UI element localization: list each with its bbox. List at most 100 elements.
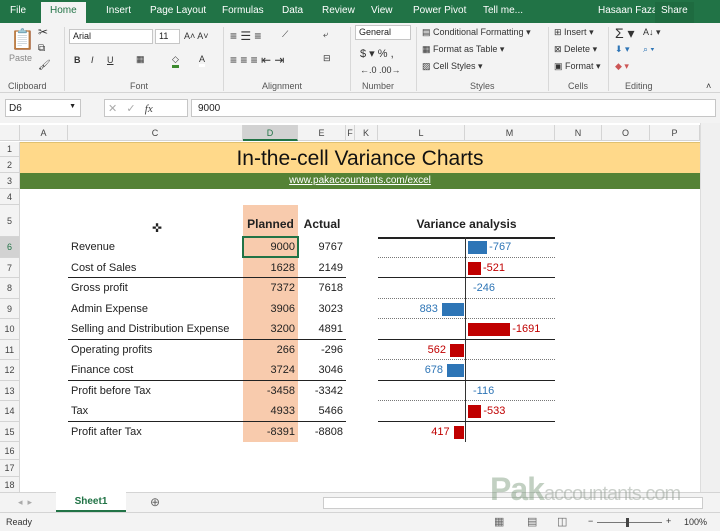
column-header-N[interactable]: N — [555, 125, 602, 141]
row-label: Finance cost — [71, 364, 134, 376]
row-header-12[interactable]: 12 — [0, 360, 20, 381]
vertical-scrollbar[interactable] — [700, 123, 720, 492]
actual-value: -8808 — [314, 425, 343, 438]
italic-button[interactable]: I — [91, 55, 94, 65]
zoom-out-button[interactable]: − — [588, 516, 593, 526]
worksheet-grid[interactable]: A C D E F K L M N O P 1 2 3 4 5 6 7 8 9 10 11 12 13 14 15 16 17 18 In… — [0, 123, 720, 494]
cut-icon[interactable]: ✂ — [38, 25, 48, 39]
share-button[interactable]: Share — [655, 2, 694, 23]
row-header-16[interactable]: 16 — [0, 442, 20, 460]
font-name-select[interactable]: Arial — [69, 29, 153, 44]
enter-icon[interactable]: ✓ — [126, 103, 135, 115]
planned-value: 7372 — [270, 282, 295, 294]
cancel-icon[interactable]: ✕ — [108, 103, 117, 115]
decimal-icon[interactable]: ←.0 .00→ — [360, 65, 401, 75]
column-header-C[interactable]: C — [68, 125, 243, 141]
row-header-15[interactable]: 15 — [0, 421, 20, 442]
conditional-formatting-button[interactable]: ▤ Conditional Formatting ▾ — [422, 27, 531, 38]
ribbon-tab-tell-me-[interactable]: Tell me... — [483, 5, 523, 16]
merge-center-icon[interactable]: ⊟ — [323, 53, 331, 64]
row-label: Gross profit — [71, 282, 128, 294]
row-header-3[interactable]: 3 — [0, 173, 20, 189]
row-header-11[interactable]: 11 — [0, 339, 20, 360]
number-format-select[interactable]: General — [355, 25, 411, 40]
column-header-L[interactable]: L — [378, 125, 465, 141]
row-header-8[interactable]: 8 — [0, 278, 20, 299]
borders-icon[interactable]: ▦ — [136, 54, 145, 65]
fill-icon[interactable]: ⬇ ▾ — [615, 44, 630, 55]
row-header-13[interactable]: 13 — [0, 380, 20, 401]
wrap-text-icon[interactable]: ⤶ — [323, 29, 328, 40]
ribbon-tab-view[interactable]: View — [371, 5, 393, 16]
format-as-table-button[interactable]: ▦ Format as Table ▾ — [422, 44, 504, 55]
sheet-tab-sheet1[interactable]: Sheet1 — [56, 492, 126, 512]
ribbon-tab-formulas[interactable]: Formulas — [222, 5, 264, 16]
page-layout-view-icon[interactable]: ▤ — [527, 515, 537, 528]
ribbon-tab-insert[interactable]: Insert — [106, 5, 131, 16]
normal-view-icon[interactable]: ▦ — [494, 515, 504, 528]
row-header-10[interactable]: 10 — [0, 319, 20, 340]
actual-value: 3023 — [318, 302, 343, 315]
autosum-icon[interactable]: Σ ▾ — [615, 25, 635, 42]
insert-button[interactable]: ⊞ Insert ▾ — [554, 27, 594, 38]
clear-icon[interactable]: ◆ ▾ — [615, 61, 629, 72]
column-header-A[interactable]: A — [20, 125, 68, 141]
font-color-icon[interactable]: A — [199, 54, 206, 67]
variance-row-border — [378, 359, 555, 360]
ribbon-tab-home[interactable]: Home — [41, 2, 86, 23]
format-button[interactable]: ▣ Format ▾ — [554, 61, 601, 72]
row-header-2[interactable]: 2 — [0, 157, 20, 173]
zoom-slider-thumb[interactable] — [626, 518, 629, 527]
formula-input[interactable]: 9000 — [191, 99, 716, 117]
row-header-14[interactable]: 14 — [0, 401, 20, 422]
sheet-url-link[interactable]: www.pakaccountants.com/excel — [20, 173, 700, 189]
paste-button[interactable]: Paste — [9, 53, 32, 63]
grow-font-icon[interactable]: A˄ A˅ — [184, 31, 209, 41]
ribbon-tab-file[interactable]: File — [10, 5, 26, 16]
align-top-icon[interactable]: ≡ ☰ ≡ — [230, 29, 261, 43]
delete-button[interactable]: ⊠ Delete ▾ — [554, 44, 597, 55]
fill-color-icon[interactable]: ◇ — [172, 54, 179, 68]
insert-function-icon[interactable]: fx — [145, 103, 153, 115]
sort-filter-icon[interactable]: A↓ ▾ — [643, 27, 661, 38]
page-break-view-icon[interactable]: ◫ — [557, 515, 567, 528]
column-header-O[interactable]: O — [602, 125, 650, 141]
row-header-5[interactable]: 5 — [0, 205, 20, 237]
row-header-6[interactable]: 6 — [0, 237, 20, 258]
row-header-1[interactable]: 1 — [0, 142, 20, 157]
align-left-icon[interactable]: ≡ ≡ ≡ ⇤ ⇥ — [230, 53, 284, 67]
collapse-ribbon-icon[interactable]: ˄ — [706, 81, 711, 91]
row-header-9[interactable]: 9 — [0, 298, 20, 319]
row-header-4[interactable]: 4 — [0, 189, 20, 205]
row-header-7[interactable]: 7 — [0, 257, 20, 278]
ribbon-tab-power-pivot[interactable]: Power Pivot — [413, 5, 466, 16]
zoom-in-button[interactable]: + — [666, 516, 671, 526]
sheet-nav-icon[interactable]: ◂ ▸ — [18, 497, 32, 508]
group-editing-label: Editing — [625, 81, 653, 91]
add-sheet-icon[interactable]: ⊕ — [150, 495, 160, 509]
currency-icon[interactable]: $ ▾ % , — [360, 47, 394, 60]
find-icon[interactable]: ⌕ ▾ — [643, 44, 654, 55]
orientation-icon[interactable]: ⟋ — [282, 29, 288, 40]
ribbon-tab-page-layout[interactable]: Page Layout — [150, 5, 206, 16]
column-header-P[interactable]: P — [650, 125, 700, 141]
format-painter-icon[interactable]: 🖌 — [38, 60, 51, 71]
name-box[interactable]: D6 ▼ — [5, 99, 81, 117]
column-header-D[interactable]: D — [243, 125, 298, 141]
paste-icon[interactable]: 📋 — [10, 27, 35, 52]
column-header-K[interactable]: K — [355, 125, 378, 141]
underline-button[interactable]: U — [107, 55, 114, 65]
column-header-M[interactable]: M — [465, 125, 555, 141]
column-header-E[interactable]: E — [298, 125, 346, 141]
font-size-select[interactable]: 11 — [155, 29, 180, 44]
copy-icon[interactable]: ⧉ — [38, 43, 45, 54]
ribbon-tab-review[interactable]: Review — [322, 5, 355, 16]
column-header-F[interactable]: F — [346, 125, 355, 141]
cell-styles-button[interactable]: ▨ Cell Styles ▾ — [422, 61, 483, 72]
select-all-corner[interactable] — [0, 125, 20, 141]
bold-button[interactable]: B — [74, 55, 81, 65]
zoom-slider[interactable] — [597, 518, 662, 527]
ribbon-tab-data[interactable]: Data — [282, 5, 303, 16]
selected-cell-d6[interactable] — [242, 236, 299, 258]
row-header-17[interactable]: 17 — [0, 460, 20, 477]
